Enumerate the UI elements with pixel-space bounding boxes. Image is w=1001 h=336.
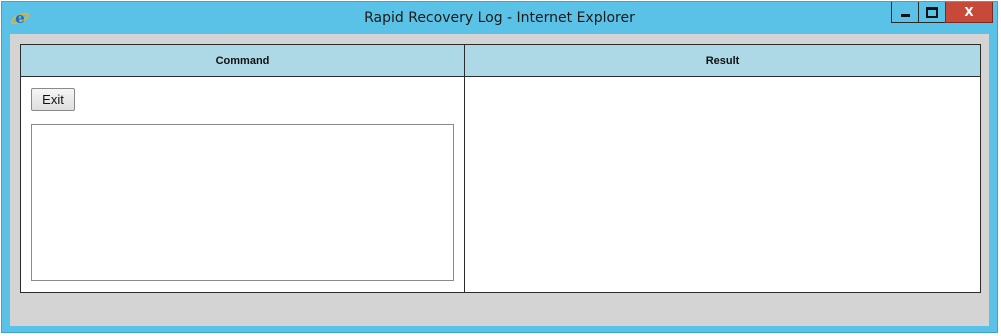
minimize-icon: [900, 13, 910, 17]
command-textarea[interactable]: [31, 124, 454, 281]
column-divider: [464, 77, 465, 292]
log-table: Command Result Exit: [20, 44, 981, 293]
window-controls: X: [891, 2, 993, 24]
title-bar[interactable]: e Rapid Recovery Log - Internet Explorer…: [2, 2, 997, 34]
column-header-command: Command: [21, 45, 465, 77]
window-title: Rapid Recovery Log - Internet Explorer: [364, 10, 635, 26]
page-content: Command Result Exit: [10, 34, 989, 326]
column-header-result: Result: [465, 45, 980, 77]
exit-button[interactable]: Exit: [31, 88, 75, 111]
maximize-button[interactable]: [918, 2, 945, 23]
result-pane: [466, 77, 980, 292]
browser-window: e Rapid Recovery Log - Internet Explorer…: [1, 1, 998, 333]
close-icon: X: [964, 5, 974, 19]
maximize-icon: [926, 6, 938, 18]
minimize-button[interactable]: [891, 2, 918, 23]
close-button[interactable]: X: [945, 2, 993, 23]
